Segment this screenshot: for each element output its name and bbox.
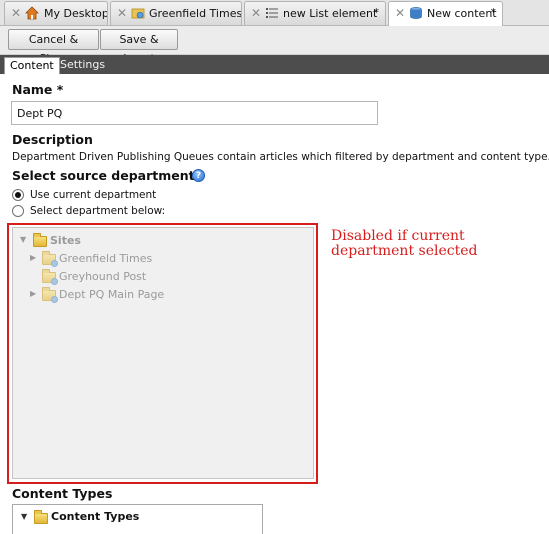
- tab-my-desktop[interactable]: ✕ My Desktop: [4, 1, 108, 25]
- source-department-label: Select source department: [12, 168, 195, 183]
- expand-arrow-down-icon: ▼: [21, 512, 28, 521]
- save-insert-button[interactable]: Save & Insert: [100, 29, 178, 65]
- list-icon: [265, 6, 279, 20]
- help-icon[interactable]: ?: [192, 169, 205, 182]
- content-types-tree: ▼ Content Types: [12, 504, 263, 534]
- folder-icon: [34, 510, 48, 524]
- tab-label: Greenfield Times: [149, 7, 242, 20]
- annotation-line-2: department selected: [331, 243, 478, 259]
- tab-greenfield-times[interactable]: ✕ Greenfield Times: [110, 1, 242, 25]
- toolbar: Cancel & Close Save & Insert: [0, 26, 549, 65]
- tab-new-list-element[interactable]: ✕ new List element *: [244, 1, 386, 25]
- tree-node-content-types[interactable]: Content Types: [51, 510, 139, 523]
- modified-indicator: *: [490, 6, 497, 19]
- tab-new-content[interactable]: ✕ New content *: [388, 1, 503, 26]
- house-icon: [25, 6, 39, 20]
- description-label: Description: [12, 132, 93, 147]
- modified-indicator: *: [373, 6, 380, 19]
- radio-select-department[interactable]: [12, 205, 24, 217]
- database-icon: [409, 6, 423, 20]
- annotation-highlight-box: [7, 223, 318, 484]
- close-icon[interactable]: ✕: [117, 6, 127, 20]
- content-types-label: Content Types: [12, 486, 113, 501]
- name-input[interactable]: [11, 101, 378, 125]
- cancel-close-button[interactable]: Cancel & Close: [8, 29, 99, 65]
- site-icon: [131, 6, 145, 20]
- radio-current-label: Use current department: [30, 189, 157, 201]
- description-text: Department Driven Publishing Queues cont…: [12, 151, 549, 163]
- sub-tab-bar: Content Settings: [0, 55, 549, 74]
- close-icon[interactable]: ✕: [251, 6, 261, 20]
- radio-use-current-department[interactable]: [12, 189, 24, 201]
- close-icon[interactable]: ✕: [11, 6, 21, 20]
- annotation-note: Disabled if current department selected: [331, 229, 531, 259]
- tab-settings[interactable]: Settings: [55, 57, 110, 74]
- radio-select-label: Select department below:: [30, 205, 166, 217]
- close-icon[interactable]: ✕: [395, 6, 405, 20]
- tab-content[interactable]: Content: [4, 57, 60, 74]
- annotation-line-1: Disabled if current: [331, 228, 465, 244]
- tab-label: My Desktop: [44, 7, 108, 20]
- name-label: Name *: [12, 82, 64, 97]
- tab-strip: ✕ My Desktop ✕ Greenfield Times ✕ new Li…: [0, 0, 549, 26]
- tab-label: new List element: [283, 7, 378, 20]
- tab-label: New content: [427, 7, 497, 20]
